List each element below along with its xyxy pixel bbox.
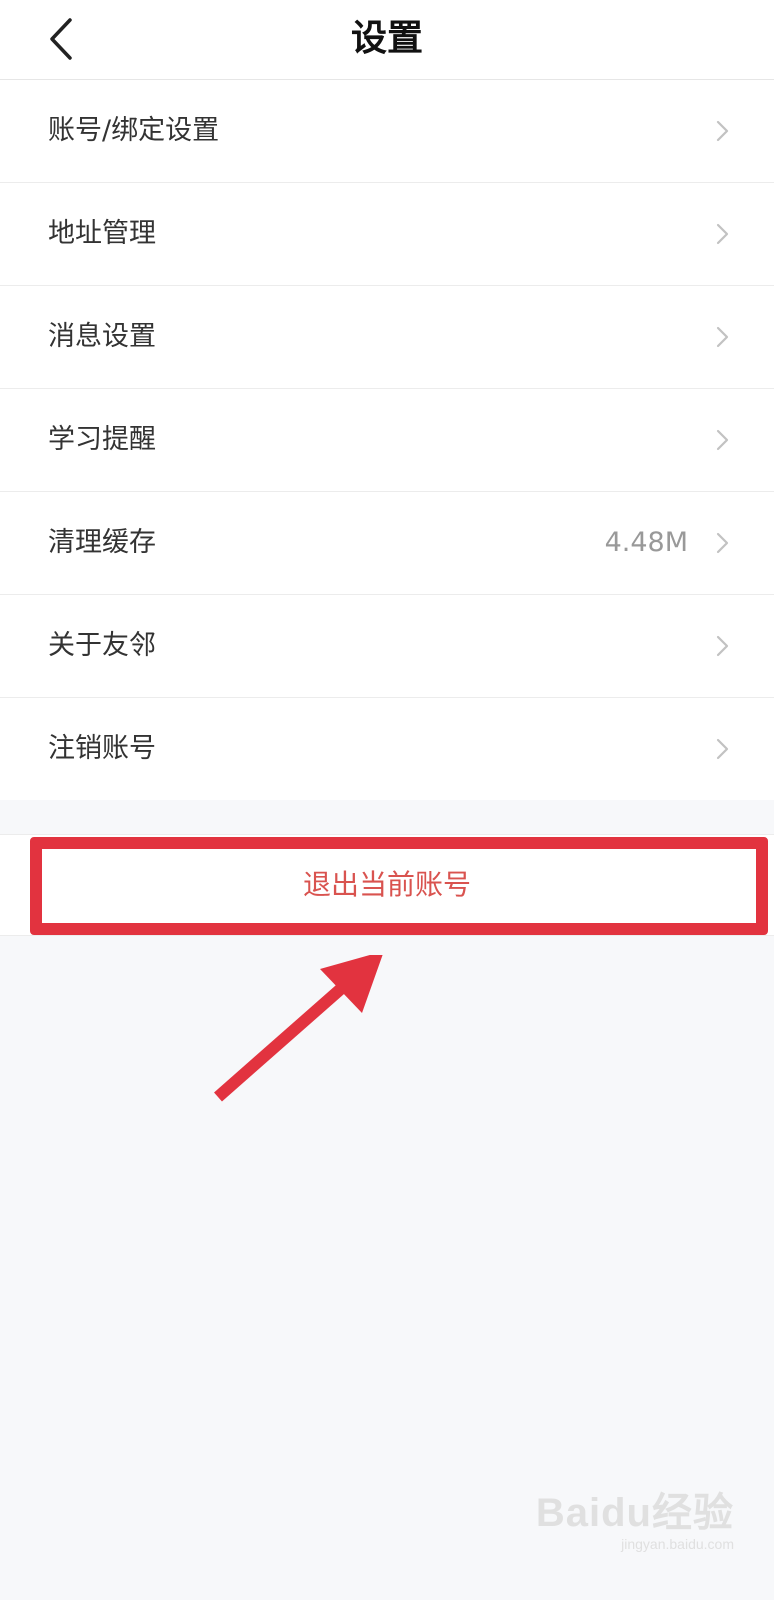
menu-item-label: 地址管理 bbox=[48, 218, 156, 249]
arrow-up-right-icon bbox=[214, 955, 383, 1102]
chevron-right-icon bbox=[716, 223, 729, 245]
chevron-right-icon bbox=[716, 738, 729, 760]
chevron-right-icon bbox=[716, 532, 729, 554]
menu-item-clear-cache[interactable]: 清理缓存 4.48M bbox=[0, 492, 774, 595]
settings-menu: 账号/绑定设置 地址管理 消息设置 学习提醒 清理缓存 4.48M 关于友邻 注… bbox=[0, 80, 774, 800]
chevron-right-icon bbox=[716, 635, 729, 657]
menu-item-address[interactable]: 地址管理 bbox=[0, 183, 774, 286]
menu-item-label: 清理缓存 bbox=[48, 527, 156, 558]
menu-item-study-reminder[interactable]: 学习提醒 bbox=[0, 389, 774, 492]
menu-item-messages[interactable]: 消息设置 bbox=[0, 286, 774, 389]
logout-button[interactable]: 退出当前账号 bbox=[0, 835, 774, 935]
logout-section: 退出当前账号 bbox=[0, 834, 774, 936]
menu-item-delete-account[interactable]: 注销账号 bbox=[0, 698, 774, 800]
chevron-right-icon bbox=[716, 429, 729, 451]
menu-item-about[interactable]: 关于友邻 bbox=[0, 595, 774, 698]
chevron-right-icon bbox=[716, 326, 729, 348]
menu-item-label: 学习提醒 bbox=[48, 424, 156, 455]
top-nav-bar: 设置 bbox=[0, 0, 774, 80]
chevron-right-icon bbox=[716, 120, 729, 142]
menu-item-account-binding[interactable]: 账号/绑定设置 bbox=[0, 80, 774, 183]
menu-item-label: 关于友邻 bbox=[48, 630, 156, 661]
menu-item-label: 账号/绑定设置 bbox=[48, 115, 220, 146]
cache-size-value: 4.48M bbox=[604, 527, 688, 558]
baidu-jingyan-watermark: Baidu经验 jingyan.baidu.com bbox=[536, 1480, 734, 1552]
page-title: 设置 bbox=[350, 18, 423, 59]
watermark-logo: Baidu经验 bbox=[535, 1491, 734, 1535]
menu-item-label: 消息设置 bbox=[48, 321, 156, 352]
menu-item-label: 注销账号 bbox=[48, 733, 156, 764]
watermark-url: jingyan.baidu.com bbox=[621, 1536, 734, 1552]
